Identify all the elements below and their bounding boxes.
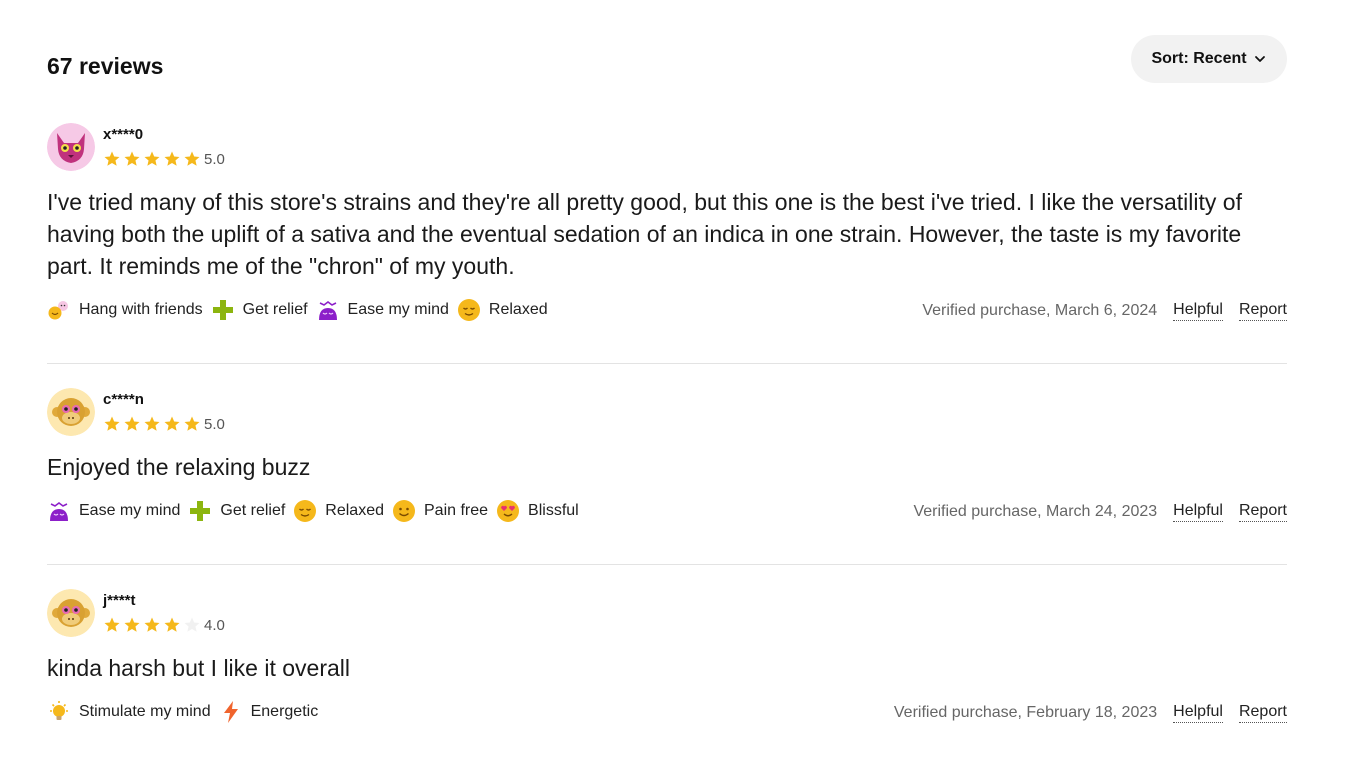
divider xyxy=(47,363,1287,364)
helpful-link[interactable]: Helpful xyxy=(1173,301,1223,321)
effect-tag-label: Energetic xyxy=(250,703,319,720)
monkey-avatar-icon xyxy=(47,388,95,436)
relaxed-face-icon xyxy=(294,500,317,522)
star-filled-icon xyxy=(124,416,140,431)
ease-mind-icon xyxy=(50,502,68,521)
effect-tag-label: Get relief xyxy=(242,301,308,318)
verified-purchase-text: Verified purchase, March 6, 2024 xyxy=(922,302,1158,319)
star-rating: 5.0 xyxy=(103,150,225,168)
relaxed-face-icon xyxy=(457,299,480,321)
star-filled-icon xyxy=(164,151,180,166)
star-filled-icon xyxy=(144,151,160,166)
report-link[interactable]: Report xyxy=(1238,301,1287,321)
effect-tag: Relaxed xyxy=(457,298,548,322)
effect-tag: Get relief xyxy=(211,298,308,322)
effect-tag-label: Blissful xyxy=(528,502,579,519)
review-text: I've tried many of this store's strains … xyxy=(47,189,1242,279)
reviews-header: 67 reviews Sort: Recent xyxy=(47,35,1287,83)
effect-tag-label: Ease my mind xyxy=(79,502,181,519)
star-filled-icon xyxy=(124,617,140,632)
report-link[interactable]: Report xyxy=(1238,703,1287,723)
heart-eyes-icon xyxy=(497,500,520,522)
review-meta: Verified purchase, February 18, 2023 Hel… xyxy=(894,703,1287,723)
lightning-icon xyxy=(223,701,238,723)
effect-tag-label: Get relief xyxy=(220,502,286,519)
star-filled-icon xyxy=(104,151,120,166)
reviewer-name: j****t xyxy=(103,592,136,609)
star-filled-icon xyxy=(104,617,120,632)
pink-cat-avatar-icon xyxy=(47,123,95,171)
helpful-link[interactable]: Helpful xyxy=(1173,703,1223,723)
divider xyxy=(47,564,1287,565)
rating-value: 5.0 xyxy=(204,150,225,168)
report-link[interactable]: Report xyxy=(1238,502,1287,522)
rating-value: 4.0 xyxy=(204,616,225,634)
star-filled-icon xyxy=(164,416,180,431)
effect-tag: Relaxed xyxy=(293,499,384,523)
friends-icon xyxy=(48,301,68,320)
sort-button[interactable]: Sort: Recent xyxy=(1131,35,1287,83)
review-meta: Verified purchase, March 24, 2023 Helpfu… xyxy=(913,502,1287,522)
effect-tag-label: Relaxed xyxy=(325,502,384,519)
review-text: kinda harsh but I like it overall xyxy=(47,655,350,681)
star-filled-icon xyxy=(164,617,180,632)
monkey-avatar-icon xyxy=(47,589,95,637)
effect-tags: Ease my mind Get relief Relaxed Pain free Bl… xyxy=(47,499,579,523)
effect-tag-label: Pain free xyxy=(424,502,489,519)
effect-tag: Pain free xyxy=(392,499,488,523)
effect-tag: Hang with friends xyxy=(47,298,203,322)
ease-mind-icon xyxy=(318,301,337,320)
effect-tag: Ease my mind xyxy=(47,499,180,523)
reviewer-name: x****0 xyxy=(103,126,144,143)
effect-tag: Ease my mind xyxy=(316,298,449,322)
smile-face-icon xyxy=(393,500,415,522)
effect-tag: Blissful xyxy=(496,499,579,523)
verified-purchase-text: Verified purchase, February 18, 2023 xyxy=(893,704,1158,721)
star-filled-icon xyxy=(184,416,200,431)
star-filled-icon xyxy=(184,151,200,166)
reviews-count-title: 67 reviews xyxy=(47,53,164,79)
sort-label: Sort: Recent xyxy=(1151,50,1247,67)
plus-icon xyxy=(212,300,233,320)
star-filled-icon xyxy=(144,617,160,632)
effect-tag: Get relief xyxy=(188,499,285,523)
review-text: Enjoyed the relaxing buzz xyxy=(47,454,311,480)
effect-tag-label: Stimulate my mind xyxy=(79,703,211,720)
review-meta: Verified purchase, March 6, 2024 Helpful… xyxy=(922,301,1287,321)
effect-tag: Stimulate my mind xyxy=(47,700,211,724)
star-rating: 4.0 xyxy=(103,616,225,634)
effect-tag: Energetic xyxy=(219,700,319,724)
chevron-down-icon xyxy=(1254,56,1265,62)
effect-tag-label: Relaxed xyxy=(488,301,548,318)
helpful-link[interactable]: Helpful xyxy=(1173,502,1223,522)
star-filled-icon xyxy=(124,151,140,166)
review-item: x****0 5.0 I've tried many of this store… xyxy=(47,123,1287,333)
verified-purchase-text: Verified purchase, March 24, 2023 xyxy=(913,503,1158,520)
effect-tags: Hang with friends Get relief Ease my mind R… xyxy=(47,298,548,322)
review-item: j****t 4.0 kinda harsh but I like it ove… xyxy=(47,589,1287,739)
star-filled-icon xyxy=(144,416,160,431)
avatar xyxy=(47,589,95,637)
effect-tag-label: Hang with friends xyxy=(79,301,203,318)
plus-icon xyxy=(190,501,211,521)
star-filled-icon xyxy=(104,416,120,431)
effect-tags: Stimulate my mind Energetic xyxy=(47,700,318,724)
avatar xyxy=(47,123,95,171)
effect-tag-label: Ease my mind xyxy=(347,301,449,318)
lightbulb-icon xyxy=(50,701,68,720)
star-rating: 5.0 xyxy=(103,415,225,433)
rating-value: 5.0 xyxy=(204,415,225,433)
reviewer-name: c****n xyxy=(103,391,144,408)
review-item: c****n 5.0 Enjoyed the relaxing buzz Eas… xyxy=(47,388,1287,538)
star-empty-icon xyxy=(184,617,200,632)
avatar xyxy=(47,388,95,436)
